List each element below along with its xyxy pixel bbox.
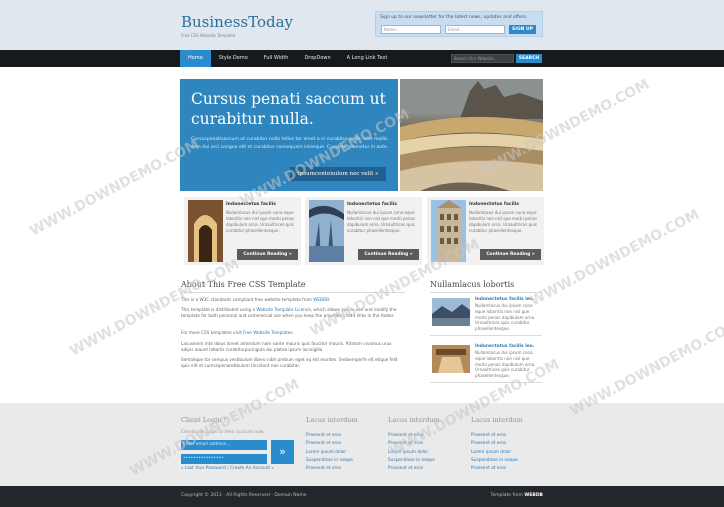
about-paragraph: This template is distributed using a Web… <box>181 307 397 319</box>
feature-image <box>431 200 466 262</box>
footer-link[interactable]: Praesent et eros <box>471 465 545 473</box>
newsletter-signup-button[interactable]: SIGN UP <box>509 25 536 34</box>
nav-style-demo[interactable]: Style Demo <box>211 50 256 67</box>
footer-link[interactable]: Praesent et eros <box>388 465 462 473</box>
login-submit-button[interactable]: » <box>271 440 294 464</box>
feature-image <box>309 200 344 262</box>
feature-image <box>188 200 223 262</box>
newsletter-box: Sign up to our newsletter for the latest… <box>375 11 543 37</box>
nav-home[interactable]: Home <box>180 50 211 67</box>
login-links: » Lost Your Password | Create An Account… <box>181 466 275 471</box>
feature-text: Nullamlacus dui ipsum cona eque loboriti… <box>469 210 538 233</box>
sidebar-item-title[interactable]: Indonectetus facilis leo. <box>475 344 534 349</box>
footer-link[interactable]: Suspendisse in neque <box>388 457 462 465</box>
search-button[interactable]: SEARCH <box>516 54 542 63</box>
lost-password-link[interactable]: » Lost Your Password <box>181 466 226 471</box>
about-paragraph: For more CSS templates visit Free Websit… <box>181 330 294 335</box>
footer-column-title: Lacus interdum <box>471 416 523 424</box>
sidebar-divider <box>430 382 542 383</box>
footer-link[interactable]: Praesent et eros <box>306 440 380 448</box>
main-nav: Home Style Demo Full Width DropDown A Lo… <box>0 50 724 67</box>
sidebar-item-title[interactable]: Indonectetus facilis leo. <box>475 297 534 302</box>
create-account-link[interactable]: Create An Account » <box>230 466 274 471</box>
search-input[interactable]: Search Our Website... <box>451 54 514 63</box>
copyright-text: Copyright © 2011 - All Rights Reserved -… <box>181 493 307 498</box>
footer-column-title: Lacus interdum <box>388 416 440 424</box>
continue-reading-button[interactable]: Continue Reading » <box>237 249 298 260</box>
footer-link[interactable]: Praesent et eros <box>388 440 462 448</box>
hero-title: Cursus penati saccum ut curabitur nulla. <box>191 90 386 128</box>
site-footer: Client Login ! Clients use Login to thei… <box>0 403 724 486</box>
about-title: About This Free CSS Template <box>181 280 306 289</box>
free-templates-link[interactable]: Free Website Templates <box>243 330 293 335</box>
hero-button[interactable]: Ipsumcentenulum nec velit » <box>290 167 386 181</box>
newsletter-email-input[interactable]: Email... <box>445 25 505 34</box>
footer-link[interactable]: Praesent et eros <box>306 432 380 440</box>
footer-column-title: Lacus interdum <box>306 416 358 424</box>
footer-column: Praesent et eros Praesent et eros Lorem … <box>471 432 545 473</box>
feature-card: Indonectetus facilis Nullamlacus dui ips… <box>305 197 422 265</box>
login-password-input[interactable]: •••••••••••••••• <box>181 454 267 464</box>
hero-image <box>400 79 543 191</box>
sidebar-item: Indonectetus facilis leo. Nullamlacus du… <box>430 342 542 378</box>
footer-link[interactable]: Lorem ipsum dolor <box>471 449 545 457</box>
sidebar-divider <box>430 292 542 293</box>
feature-title: Indonectetus facilis <box>226 202 276 207</box>
credit-link[interactable]: WEBDB <box>524 493 543 498</box>
newsletter-name-input[interactable]: Name... <box>381 25 441 34</box>
sidebar-item-text: Nullamlacus dui ipsum cona eque loboriti… <box>475 303 536 332</box>
sidebar-divider <box>430 335 542 336</box>
nav-dropdown[interactable]: DropDown <box>296 50 338 67</box>
template-credit: Template from WEBDB <box>490 493 543 498</box>
about-paragraph: This is a W3C standards compliant free w… <box>181 297 331 302</box>
nav-long-link[interactable]: A Long Link Text <box>339 50 396 67</box>
site-header: BusinessToday Free CSS Website Template … <box>0 0 724 50</box>
hero-panel: Cursus penati saccum ut curabitur nulla.… <box>180 79 398 191</box>
footer-link[interactable]: Praesent et eros <box>471 440 545 448</box>
footer-link[interactable]: Praesent et eros <box>388 432 462 440</box>
webdb-link[interactable]: WEBDB <box>313 297 329 302</box>
licence-link[interactable]: Website Template Licence <box>256 307 310 312</box>
about-paragraph: Lacusenim inte dolus loreet anterdum nam… <box>181 341 392 353</box>
client-login-title: Client Login ! <box>181 416 227 424</box>
sidebar-item-image <box>432 345 470 373</box>
footer-link[interactable]: Praesent et eros <box>471 432 545 440</box>
newsletter-text: Sign up to our newsletter for the latest… <box>380 15 528 20</box>
footer-link[interactable]: Suspendisse in neque <box>471 457 545 465</box>
about-divider <box>181 292 405 293</box>
feature-text: Nullamlacus dui ipsum cona eque loboriti… <box>347 210 416 233</box>
site-logo[interactable]: BusinessToday <box>181 13 293 31</box>
feature-card: Indonectetus facilis Nullamlacus dui ips… <box>184 197 301 265</box>
footer-link[interactable]: Praesent et eros <box>306 465 380 473</box>
about-paragraph: Semalique tor sempus vestibulum libero n… <box>181 357 398 369</box>
sidebar-item-image <box>432 298 470 326</box>
footer-column: Praesent et eros Praesent et eros Lorem … <box>306 432 380 473</box>
feature-card: Indonectetus facilis Nullamlacus dui ips… <box>427 197 544 265</box>
page: BusinessToday Free CSS Website Template … <box>0 0 724 507</box>
bottom-bar: Copyright © 2011 - All Rights Reserved -… <box>0 486 724 507</box>
feature-title: Indonectetus facilis <box>347 202 397 207</box>
sidebar-item: Indonectetus facilis leo. Nullamlacus du… <box>430 295 542 331</box>
continue-reading-button[interactable]: Continue Reading » <box>480 249 541 260</box>
footer-link[interactable]: Lorem ipsum dolor <box>388 449 462 457</box>
login-email-input[interactable]: Enter email address... <box>181 440 267 450</box>
footer-link[interactable]: Suspendisse in neque <box>306 457 380 465</box>
main-content: Cursus penati saccum ut curabitur nulla.… <box>0 67 724 403</box>
sidebar-item-text: Nullamlacus dui ipsum cona eque loboriti… <box>475 350 536 379</box>
feature-title: Indonectetus facilis <box>469 202 519 207</box>
hero-text: Cursuspenatisaccum ut curabitur nulla te… <box>191 137 389 150</box>
nav-full-width[interactable]: Full Width <box>256 50 297 67</box>
site-tagline: Free CSS Website Template <box>181 33 236 38</box>
client-login-subtitle: Clients use Login to their account now. <box>181 430 265 435</box>
feature-text: Nullamlacus dui ipsum cona eque loboriti… <box>226 210 295 233</box>
footer-column: Praesent et eros Praesent et eros Lorem … <box>388 432 462 473</box>
footer-link[interactable]: Lorem ipsum dolor <box>306 449 380 457</box>
continue-reading-button[interactable]: Continue Reading » <box>358 249 419 260</box>
sidebar-title: Nullamlacus lobortis <box>430 280 515 289</box>
